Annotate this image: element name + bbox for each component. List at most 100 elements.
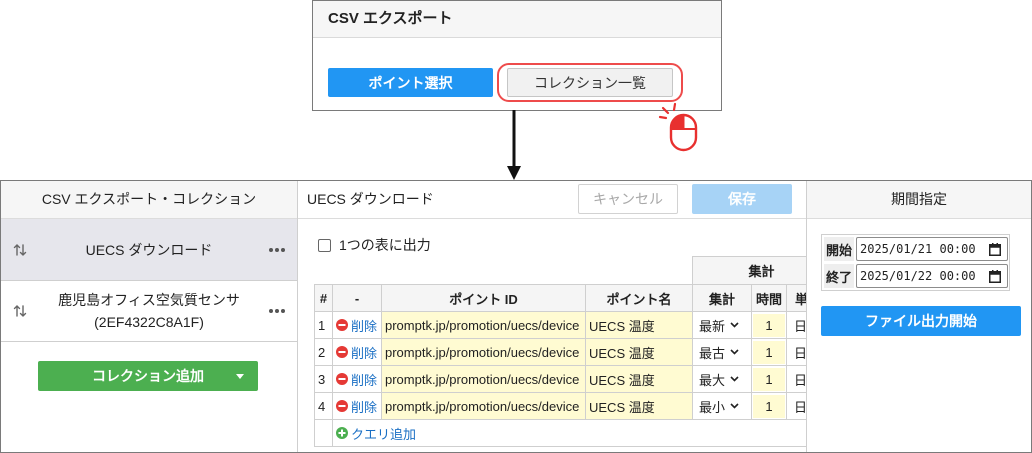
aggregate-cell: 最小 <box>692 392 752 420</box>
aggregate-select[interactable]: 最古 <box>696 343 739 362</box>
period-panel-title: 期間指定 <box>807 181 1031 219</box>
dialog-title: CSV エクスポート <box>313 1 721 38</box>
sort-arrows-icon[interactable] <box>13 304 27 318</box>
chevron-down-icon <box>730 403 739 409</box>
collection-item-uecs[interactable]: UECS ダウンロード <box>1 219 297 281</box>
delete-label: 削除 <box>351 399 378 415</box>
delete-link[interactable]: 削除 <box>336 316 377 335</box>
collection-item-label: 鹿児島オフィス空気質センサ <box>58 292 240 308</box>
table-row: 3 削除 promptk.jp/promotion/uecs/device UE… <box>314 365 806 393</box>
add-query-cell: クエリ追加 <box>331 419 806 447</box>
aggregate-cell: 最古 <box>692 338 752 366</box>
col-header-aggregate: 集計 <box>692 284 752 312</box>
table-group-header-row: 集計 <box>315 256 806 285</box>
collection-editor-panel: CSV エクスポート・コレクション UECS ダウンロード 鹿児島オフィス空気質 <box>0 180 1032 453</box>
point-name-field[interactable]: UECS 温度 <box>585 365 693 393</box>
single-table-option[interactable]: 1つの表に出力 <box>318 237 431 253</box>
minus-circle-icon <box>336 373 348 385</box>
col-header-point-name: ポイント名 <box>585 284 693 312</box>
caret-down-icon[interactable] <box>236 374 244 379</box>
table-row: 1 削除 promptk.jp/promotion/uecs/device UE… <box>314 311 806 339</box>
unit-field[interactable]: 日 <box>785 392 806 420</box>
group-header-aggregate: 集計 <box>691 256 806 285</box>
unit-field[interactable]: 日 <box>785 365 806 393</box>
calendar-icon[interactable] <box>989 270 1001 283</box>
delete-link[interactable]: 削除 <box>336 397 377 416</box>
col-header-action: - <box>332 284 382 312</box>
start-datetime-input[interactable]: 2025/01/21 00:00 <box>856 237 1008 261</box>
col-header-index: # <box>314 284 333 312</box>
point-name-field[interactable]: UECS 温度 <box>585 311 693 339</box>
single-table-checkbox[interactable] <box>318 238 331 252</box>
csv-export-dialog: CSV エクスポート ポイント選択 コレクション一覧 <box>312 0 722 111</box>
end-label: 終了 <box>824 264 854 288</box>
sort-arrows-icon[interactable] <box>13 243 27 257</box>
time-cell: 1 <box>751 365 787 393</box>
minus-circle-icon <box>336 400 348 412</box>
time-cell: 1 <box>751 338 787 366</box>
minus-circle-icon <box>336 346 348 358</box>
chevron-down-icon <box>730 349 739 355</box>
period-panel: 期間指定 開始 2025/01/21 00:00 終了 2025/01/22 0… <box>807 181 1031 452</box>
save-button[interactable]: 保存 <box>692 184 792 214</box>
unit-field[interactable]: 日 <box>785 338 806 366</box>
start-file-export-button[interactable]: ファイル出力開始 <box>821 306 1021 336</box>
time-cell: 1 <box>751 392 787 420</box>
collection-sidebar: CSV エクスポート・コレクション UECS ダウンロード 鹿児島オフィス空気質 <box>1 181 298 452</box>
aggregate-value: 最新 <box>699 318 726 334</box>
row-action-cell: 削除 <box>332 392 382 420</box>
delete-link[interactable]: 削除 <box>336 343 377 362</box>
aggregate-select[interactable]: 最新 <box>696 316 739 335</box>
row-index: 2 <box>314 338 333 366</box>
end-datetime-input[interactable]: 2025/01/22 00:00 <box>856 264 1008 288</box>
aggregate-value: 最大 <box>699 372 726 388</box>
point-id-field[interactable]: promptk.jp/promotion/uecs/device <box>381 338 586 366</box>
unit-field[interactable]: 日 <box>785 311 806 339</box>
collection-list-button[interactable]: コレクション一覧 <box>507 68 673 97</box>
group-header-spacer <box>315 257 693 285</box>
table-row: 4 削除 promptk.jp/promotion/uecs/device UE… <box>314 392 806 420</box>
start-label: 開始 <box>824 237 854 261</box>
more-dots-icon[interactable] <box>268 247 286 253</box>
table-row: 2 削除 promptk.jp/promotion/uecs/device UE… <box>314 338 806 366</box>
query-editor: UECS ダウンロード キャンセル 保存 1つの表に出力 集計 # - ポイント… <box>298 181 807 452</box>
cancel-button[interactable]: キャンセル <box>578 184 678 214</box>
delete-label: 削除 <box>351 345 378 361</box>
point-select-button[interactable]: ポイント選択 <box>328 68 493 97</box>
point-name-field[interactable]: UECS 温度 <box>585 338 693 366</box>
add-query-row: クエリ追加 <box>314 419 806 447</box>
time-cell: 1 <box>751 311 787 339</box>
point-id-field[interactable]: promptk.jp/promotion/uecs/device <box>381 392 586 420</box>
delete-label: 削除 <box>351 372 378 388</box>
arrow-down-icon <box>507 110 521 180</box>
time-field[interactable]: 1 <box>753 313 785 337</box>
row-index: 3 <box>314 365 333 393</box>
delete-label: 削除 <box>351 318 378 334</box>
row-index: 4 <box>314 392 333 420</box>
aggregate-value: 最小 <box>699 399 726 415</box>
calendar-icon[interactable] <box>989 243 1001 256</box>
delete-link[interactable]: 削除 <box>336 370 377 389</box>
col-header-point-id: ポイント ID <box>381 284 586 312</box>
time-field[interactable]: 1 <box>753 340 785 364</box>
add-row-index <box>314 419 333 447</box>
collection-sidebar-title: CSV エクスポート・コレクション <box>1 181 297 219</box>
aggregate-select[interactable]: 最小 <box>696 397 739 416</box>
collection-item-device-id: (2EF4322C8A1F) <box>94 314 204 330</box>
add-collection-button[interactable]: コレクション追加 <box>38 361 258 391</box>
point-name-field[interactable]: UECS 温度 <box>585 392 693 420</box>
collection-item-kagoshima[interactable]: 鹿児島オフィス空気質センサ (2EF4322C8A1F) <box>1 281 297 342</box>
point-id-field[interactable]: promptk.jp/promotion/uecs/device <box>381 311 586 339</box>
minus-circle-icon <box>336 319 348 331</box>
time-field[interactable]: 1 <box>753 394 785 418</box>
point-id-field[interactable]: promptk.jp/promotion/uecs/device <box>381 365 586 393</box>
start-datetime-value: 2025/01/21 00:00 <box>860 242 976 256</box>
more-dots-icon[interactable] <box>268 308 286 314</box>
date-range-group: 開始 2025/01/21 00:00 終了 2025/01/22 00:00 <box>821 234 1010 291</box>
time-field[interactable]: 1 <box>753 367 785 391</box>
aggregate-select[interactable]: 最大 <box>696 370 739 389</box>
add-query-label: クエリ追加 <box>351 426 417 442</box>
plus-circle-icon <box>336 427 348 439</box>
aggregate-cell: 最新 <box>692 311 752 339</box>
add-query-link[interactable]: クエリ追加 <box>336 424 416 443</box>
